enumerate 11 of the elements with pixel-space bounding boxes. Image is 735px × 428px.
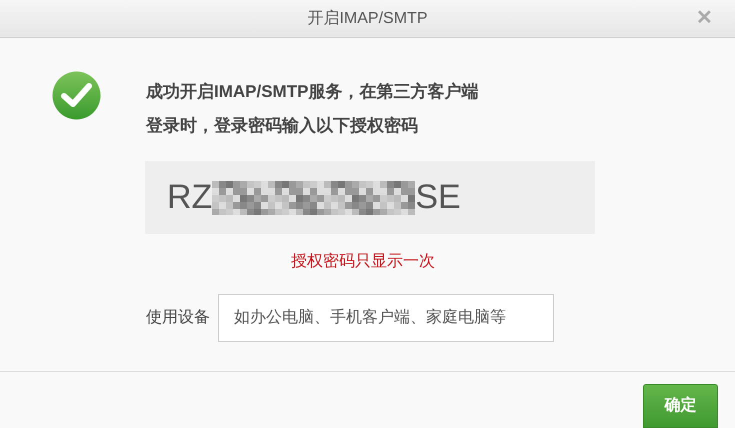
code-text-start: RZ <box>167 177 212 218</box>
window-title: 开启IMAP/SMTP <box>307 8 428 28</box>
success-message: 成功开启IMAP/SMTP服务，在第三方客户端 <box>146 81 478 103</box>
one-time-warning: 授权密码只显示一次 <box>291 252 435 272</box>
confirm-button[interactable]: 确定 <box>643 384 718 428</box>
device-input-field[interactable]: 如办公电脑、手机客户端、家庭电脑等 <box>218 294 554 342</box>
device-label: 使用设备 <box>146 308 210 328</box>
close-button[interactable]: ✕ <box>696 6 713 30</box>
check-icon <box>52 71 101 120</box>
code-text-end: SE <box>415 177 461 218</box>
success-message: 登录时，登录密码输入以下授权密码 <box>146 115 419 137</box>
